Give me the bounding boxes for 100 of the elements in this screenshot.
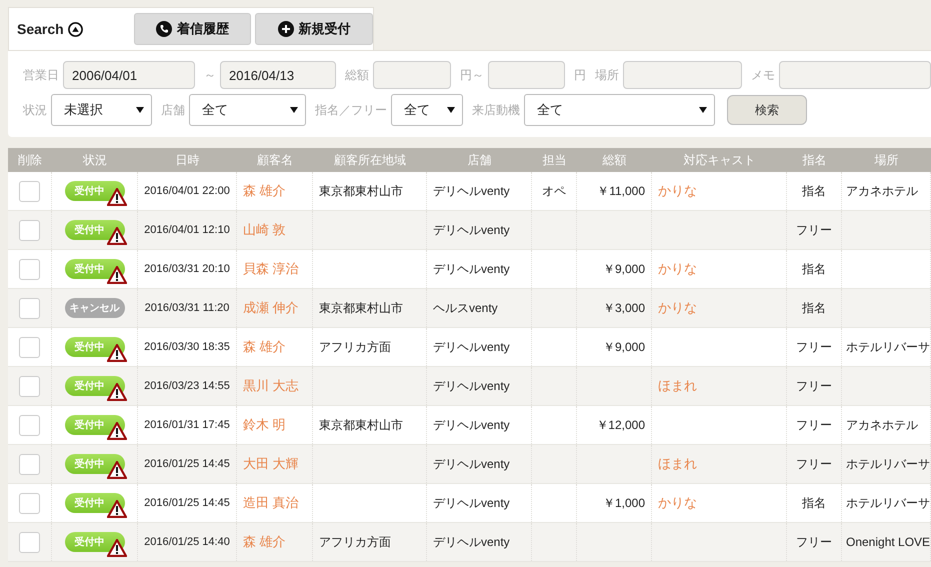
customer-name-link[interactable]: 大田 大輝 xyxy=(243,455,299,473)
status-badge: 受付中 xyxy=(64,532,124,552)
dropdown-arrow-icon xyxy=(699,107,707,113)
total-cell: ￥11,000 xyxy=(597,182,645,200)
nomination-cell: 指名 xyxy=(802,300,826,316)
filter-label: 場所 xyxy=(595,66,619,84)
filter-field[interactable] xyxy=(488,61,565,89)
filter-dropdown[interactable]: 全て xyxy=(391,94,463,126)
nomination-cell: 指名 xyxy=(802,494,826,512)
store-cell: デリヘルventy xyxy=(433,534,510,550)
total-cell: ￥12,000 xyxy=(596,416,645,434)
filter-label: 来店動機 xyxy=(472,102,520,118)
cast-link[interactable]: かりな xyxy=(658,182,697,200)
customer-name-link[interactable]: 成瀬 伸介 xyxy=(243,299,299,317)
filter-label: 店舗 xyxy=(161,102,185,118)
checkbox[interactable] xyxy=(19,180,40,202)
area-cell: 東京都東村山市 xyxy=(319,300,403,316)
cast-link[interactable]: ほまれ xyxy=(658,377,697,395)
customer-name-link[interactable]: 鈴木 明 xyxy=(243,416,286,434)
column-header[interactable]: 指名 xyxy=(787,148,842,172)
checkbox[interactable] xyxy=(19,220,40,240)
status-badge: 受付中 xyxy=(64,220,124,240)
datetime-cell: 2016/04/01 22:00 xyxy=(144,185,230,197)
column-header[interactable]: 日時 xyxy=(138,148,237,172)
filter-field[interactable]: 2016/04/13 xyxy=(220,61,336,89)
customer-name-link[interactable]: 山崎 敦 xyxy=(243,221,286,239)
status-badge: 受付中 xyxy=(64,337,124,357)
filter-field[interactable] xyxy=(779,61,931,89)
filter-dropdown[interactable]: 未選択 xyxy=(51,94,152,126)
checkbox[interactable] xyxy=(19,454,40,474)
dropdown-arrow-icon xyxy=(290,107,298,113)
datetime-cell: 2016/04/01 12:10 xyxy=(144,224,230,236)
store-cell: デリヘルventy xyxy=(433,182,510,200)
search-button[interactable]: 検索 xyxy=(727,95,807,125)
nomination-cell: フリー xyxy=(796,338,832,356)
checkbox[interactable] xyxy=(19,298,40,318)
filter-label: 指名／フリー xyxy=(315,102,387,118)
action-button[interactable]: 着信履歴 xyxy=(134,13,252,45)
column-header[interactable]: 状況 xyxy=(52,148,138,172)
datetime-cell: 2016/01/25 14:40 xyxy=(144,536,230,548)
checkbox[interactable] xyxy=(19,414,40,436)
filter-label: 総額 xyxy=(345,66,369,84)
checkbox[interactable] xyxy=(19,492,40,514)
filter-label: 営業日 xyxy=(23,66,59,84)
filter-label: 円 xyxy=(574,66,586,84)
column-header[interactable]: 担当 xyxy=(532,148,577,172)
collapse-icon[interactable] xyxy=(68,22,83,36)
staff-cell: オペ xyxy=(542,182,566,200)
filter-dropdown[interactable]: 全て xyxy=(189,94,306,126)
checkbox[interactable] xyxy=(19,376,40,396)
action-button[interactable]: 新規受付 xyxy=(255,13,373,45)
customer-name-link[interactable]: 森 雄介 xyxy=(243,182,286,200)
customer-name-link[interactable]: 黒川 大志 xyxy=(243,377,299,395)
checkbox[interactable] xyxy=(19,258,40,280)
customer-name-link[interactable]: 森 雄介 xyxy=(243,533,286,551)
store-cell: デリヘルventy xyxy=(433,456,510,472)
datetime-cell: 2016/03/30 18:35 xyxy=(144,341,230,353)
checkbox[interactable] xyxy=(19,336,40,358)
filter-label: ～ xyxy=(204,66,216,84)
nomination-cell: 指名 xyxy=(802,260,826,278)
area-cell: アフリカ方面 xyxy=(319,338,391,356)
customer-name-link[interactable]: 森 雄介 xyxy=(243,338,286,356)
filter-field[interactable]: 2006/04/01 xyxy=(63,61,195,89)
store-cell: デリヘルventy xyxy=(433,260,510,278)
nomination-cell: フリー xyxy=(796,378,832,394)
cast-link[interactable]: かりな xyxy=(658,260,697,278)
column-header[interactable]: 削除 xyxy=(8,148,52,172)
total-cell: ￥3,000 xyxy=(602,300,645,316)
column-header[interactable]: 顧客所在地域 xyxy=(313,148,427,172)
column-header[interactable]: 店舗 xyxy=(427,148,532,172)
customer-name-link[interactable]: 貝森 淳治 xyxy=(243,260,299,278)
status-badge: 受付中 xyxy=(64,181,124,201)
datetime-cell: 2016/03/31 20:10 xyxy=(144,263,230,275)
dropdown-arrow-icon xyxy=(136,107,144,113)
place-cell: ホテルリバーサ xyxy=(846,338,930,356)
status-badge: キャンセル xyxy=(64,298,124,318)
status-badge: 受付中 xyxy=(64,376,124,396)
area-cell: 東京都東村山市 xyxy=(319,416,403,434)
store-cell: デリヘルventy xyxy=(433,338,510,356)
column-header[interactable]: 対応キャスト xyxy=(652,148,787,172)
status-badge: 受付中 xyxy=(64,415,124,435)
filter-field[interactable] xyxy=(373,61,451,89)
column-header[interactable]: 総額 xyxy=(577,148,652,172)
filter-dropdown[interactable]: 全て xyxy=(524,94,715,126)
datetime-cell: 2016/01/31 17:45 xyxy=(144,419,230,431)
checkbox[interactable] xyxy=(19,532,40,552)
nomination-cell: フリー xyxy=(796,222,832,238)
column-header[interactable]: 場所 xyxy=(842,148,931,172)
column-header[interactable]: 顧客名 xyxy=(237,148,313,172)
store-cell: ヘルスventy xyxy=(433,300,498,316)
place-cell: アカネホテル xyxy=(846,182,918,200)
filter-field[interactable] xyxy=(623,61,742,89)
cast-link[interactable]: ほまれ xyxy=(658,455,697,473)
cast-link[interactable]: かりな xyxy=(658,299,697,317)
cast-link[interactable]: かりな xyxy=(658,494,697,512)
total-cell: ￥1,000 xyxy=(602,494,645,512)
search-title: Search xyxy=(17,21,64,37)
phone-icon xyxy=(156,21,172,37)
customer-name-link[interactable]: 造田 真治 xyxy=(243,494,299,512)
total-cell: ￥9,000 xyxy=(602,338,645,356)
